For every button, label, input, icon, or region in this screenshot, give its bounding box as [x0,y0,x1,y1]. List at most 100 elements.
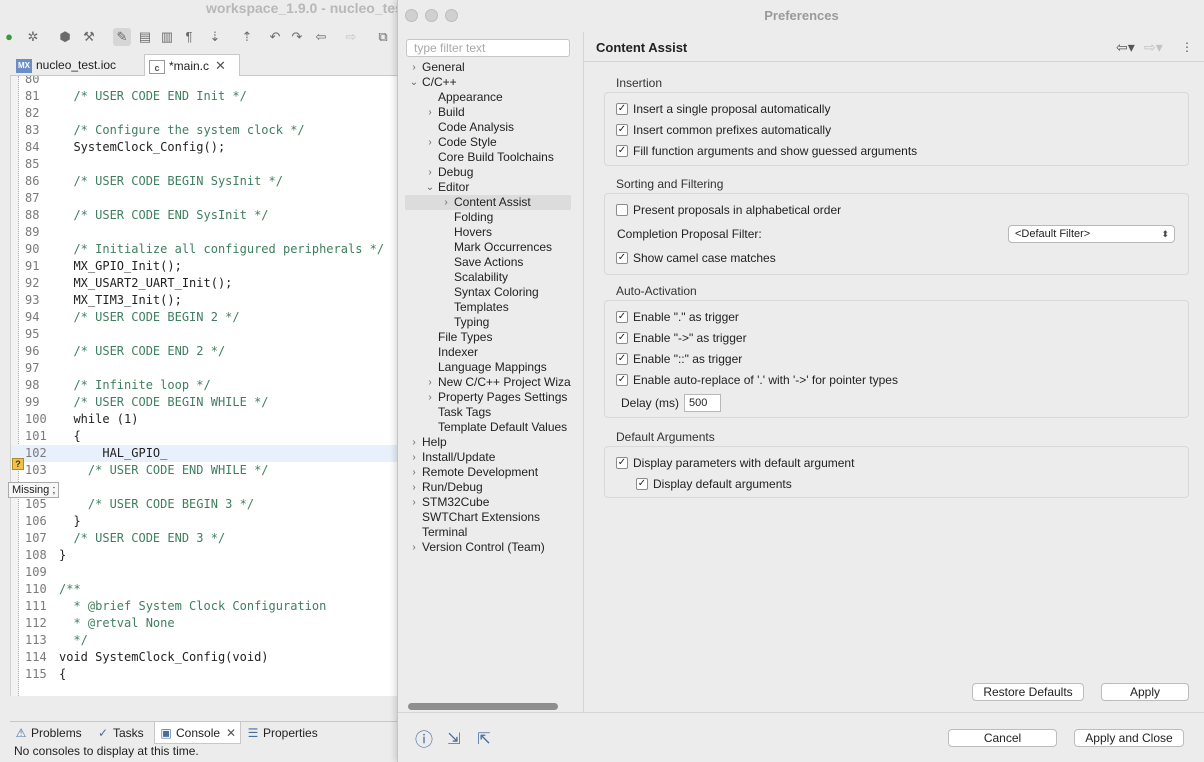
tab-properties[interactable]: ☰ Properties [246,722,318,744]
code-line[interactable]: 111 * @brief System Clock Configuration [11,598,400,615]
code-line[interactable]: 91 MX_GPIO_Init(); [11,258,400,275]
tree-item[interactable]: › Run/Debug [405,480,571,495]
back-icon[interactable]: ⇦ [312,28,330,46]
code-line[interactable]: 108} [11,547,400,564]
minimize-window-button[interactable] [425,9,438,22]
code-line[interactable]: 112 * @retval None [11,615,400,632]
chevron-right-icon[interactable]: › [409,450,419,465]
code-line[interactable]: 95 [11,326,400,343]
code-line[interactable]: 83 /* Configure the system clock */ [11,122,400,139]
code-line[interactable]: 97 [11,360,400,377]
checkbox-box[interactable]: ✓ [616,374,628,386]
tree-item[interactable]: › Help [405,435,571,450]
tab-main-c[interactable]: c *main.c ✕ [144,54,240,76]
code-line[interactable]: 92 MX_USART2_UART_Init(); [11,275,400,292]
code-line[interactable]: 99 /* USER CODE BEGIN WHILE */ [11,394,400,411]
last-edit-icon[interactable]: ↶ [266,28,284,46]
code-line[interactable]: 87 [11,190,400,207]
toggle-icon[interactable]: ▤ [136,28,154,46]
tree-item[interactable]: › Remote Development [405,465,571,480]
highlight-icon[interactable]: ✎ [113,28,131,46]
back-icon[interactable]: ⇦▾ [1116,39,1135,56]
code-line[interactable]: 104 [11,479,400,496]
tree-item[interactable]: Terminal [405,525,571,540]
tree-item[interactable]: Syntax Coloring [405,285,571,300]
tree-item[interactable]: Templates [405,300,571,315]
tree-item[interactable]: › Version Control (Team) [405,540,571,555]
more-options-icon[interactable]: ⋮ [1181,40,1193,54]
code-line[interactable]: 100 while (1) [11,411,400,428]
chevron-right-icon[interactable]: › [409,60,419,75]
prev-annotation-icon[interactable]: ⇡ [238,28,256,46]
code-line[interactable]: 114 void SystemClock_Config(void) [11,649,400,666]
tree-item[interactable]: Language Mappings [405,360,571,375]
code-line[interactable]: 88 /* USER CODE END SysInit */ [11,207,400,224]
warning-marker-icon[interactable]: ? [12,458,24,470]
chevron-down-icon[interactable]: ⌄ [409,75,419,90]
tab-problems[interactable]: ⚠ Problems [14,722,82,744]
forward-icon[interactable]: ⇨▾ [1144,39,1163,56]
tree-item[interactable]: Save Actions [405,255,571,270]
chevron-right-icon[interactable]: › [425,105,435,120]
tree-item[interactable]: › Property Pages Settings [405,390,571,405]
tree-item[interactable]: Typing [405,315,571,330]
code-line[interactable]: 89 [11,224,400,241]
code-line[interactable]: 82 [11,105,400,122]
chevron-right-icon[interactable]: › [409,435,419,450]
close-icon[interactable]: ✕ [215,58,226,73]
chevron-right-icon[interactable]: › [409,480,419,495]
export-icon[interactable]: ⇱ [473,729,495,751]
chevron-right-icon[interactable]: › [425,165,435,180]
code-line[interactable]: 106 } [11,513,400,530]
debug-icon[interactable]: ✲ [24,28,42,46]
tree-item[interactable]: Core Build Toolchains [405,150,571,165]
code-editor[interactable]: 80 81 /* USER CODE END Init */82 83 /* Con… [10,76,400,696]
tree-item[interactable]: ⌄ Editor [405,180,571,195]
chevron-right-icon[interactable]: › [409,540,419,555]
code-line[interactable]: 101 { [11,428,400,445]
tools-icon[interactable]: ⚒ [80,28,98,46]
tree-item[interactable]: › Install/Update [405,450,571,465]
checkbox-box[interactable]: ✓ [636,478,648,490]
checkbox-box[interactable]: ✓ [616,311,628,323]
checkbox-box[interactable]: ✓ [616,145,628,157]
chevron-right-icon[interactable]: › [409,465,419,480]
chevron-right-icon[interactable]: › [425,135,435,150]
tab-ioc-file[interactable]: MX nucleo_test.ioc [12,54,140,76]
tree-item[interactable]: › STM32Cube [405,495,571,510]
checkbox-box[interactable]: ✓ [616,103,628,115]
open-perspective-icon[interactable]: ⧉ [374,28,392,46]
code-line[interactable]: 96 /* USER CODE END 2 */ [11,343,400,360]
tree-item[interactable]: › New C/C++ Project Wiza [405,375,571,390]
completion-filter-select[interactable]: <Default Filter> ⬍ [1008,225,1175,243]
code-line[interactable]: 110 /** [11,581,400,598]
chevron-right-icon[interactable]: › [425,375,435,390]
checkbox-box[interactable]: ✓ [616,332,628,344]
chevron-right-icon[interactable]: › [409,495,419,510]
code-line[interactable]: 90 /* Initialize all configured peripher… [11,241,400,258]
code-line[interactable]: 84 SystemClock_Config(); [11,139,400,156]
tree-item[interactable]: File Types [405,330,571,345]
code-line[interactable]: 81 /* USER CODE END Init */ [11,88,400,105]
code-line[interactable]: 115 { [11,666,400,683]
tree-item[interactable]: Folding [405,210,571,225]
code-line[interactable]: 105 /* USER CODE BEGIN 3 */ [11,496,400,513]
apply-button[interactable]: Apply [1101,683,1189,701]
code-line[interactable]: 107 /* USER CODE END 3 */ [11,530,400,547]
next-annotation-icon[interactable]: ⇣ [206,28,224,46]
apply-and-close-button[interactable]: Apply and Close [1074,729,1184,747]
tree-item[interactable]: Task Tags [405,405,571,420]
code-line[interactable]: 85 [11,156,400,173]
tree-horizontal-scrollbar[interactable] [408,703,558,710]
code-line[interactable]: 102 HAL_GPIO_ [11,445,400,462]
delay-input[interactable]: 500 [684,394,721,412]
cancel-button[interactable]: Cancel [948,729,1057,747]
code-line[interactable]: 93 MX_TIM3_Init(); [11,292,400,309]
chevron-right-icon[interactable]: › [441,195,451,210]
code-line[interactable]: 98 /* Infinite loop */ [11,377,400,394]
code-line[interactable]: 86 /* USER CODE BEGIN SysInit */ [11,173,400,190]
run-icon[interactable]: ● [0,28,18,46]
close-icon[interactable]: ✕ [226,726,236,740]
tree-item[interactable]: › General [405,60,571,75]
block-icon[interactable]: ▥ [158,28,176,46]
